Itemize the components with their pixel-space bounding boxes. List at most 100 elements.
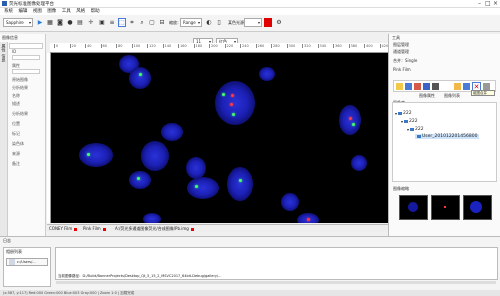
field-attr-input[interactable] [12,69,40,74]
field-result: 分析结果 [12,85,28,90]
print-icon[interactable] [432,83,439,90]
status-bar: (x:587, y:117) Red:000 Green:000 Blue:00… [0,290,500,296]
brightness-icon[interactable]: ◐ [205,18,213,27]
tab-info[interactable]: 信息 [1,54,7,62]
close-icon[interactable] [102,227,106,231]
import-icon[interactable] [414,83,421,90]
app-logo-icon [2,1,7,6]
zoom-select[interactable]: Range [180,18,202,27]
ruler-mark: 140 [162,44,172,48]
play-icon[interactable]: ▶ [36,18,44,27]
image-file-icon [417,135,421,138]
tree-node[interactable]: ▾ 222 [395,111,412,116]
green-signal [139,73,142,76]
menu-tools[interactable]: 工具 [62,8,71,15]
tree-node-label: 222 [409,119,418,124]
log-message: 当前图像路径：D:/Build/BannerProjects/Desktop_Q… [58,274,222,278]
horizontal-scrollbar[interactable] [56,281,496,284]
tab-image-list[interactable]: 图像列表 [444,93,460,99]
folder-icon [398,112,403,115]
select-icon[interactable]: ⬚ [118,18,126,27]
layer-manage-item[interactable]: 图层管理 [393,42,409,48]
chevron-down-icon[interactable]: ▾ [401,119,403,124]
tree-node-label: User_201012201456800 [422,134,478,139]
minimize-icon[interactable]: – [478,0,481,8]
tab-properties[interactable]: 属性 [1,44,7,52]
phone-icon[interactable]: ▯ [215,18,223,27]
green-signal [137,177,140,180]
field-chromosome: 染色体 [12,141,24,146]
image-canvas[interactable] [51,53,388,223]
doc-tab[interactable]: Pink Film [83,226,106,232]
cell-nucleus [161,123,183,141]
thumbnail-merged[interactable] [463,195,492,220]
cell-nucleus [129,171,151,189]
zoom-icon[interactable]: ⌕ [138,18,146,27]
crosshair-icon[interactable]: ✛ [87,18,95,27]
grid-icon[interactable]: ▤ [76,18,84,27]
channel-manage-item[interactable]: 通道管理 [393,49,409,55]
ruler-mark: 280 [271,44,280,48]
close-icon[interactable]: × [493,0,498,8]
thumbs-label: 图像缩略 [393,186,409,191]
close-icon[interactable] [190,227,194,231]
menu-image[interactable]: 图像 [47,8,56,15]
crop-icon[interactable]: ⌗ [128,18,136,27]
ruler-mark: 60 [100,44,107,48]
export-icon[interactable] [423,83,430,90]
tree-node[interactable]: ▾ 222 [407,127,424,132]
film-icon[interactable]: ▦ [46,18,54,27]
mode-select[interactable]: Sapphire [3,18,33,27]
tree-node[interactable]: ▾ 222 [401,119,418,124]
cell-nucleus [79,143,113,167]
merge-item[interactable]: 合并：Single [393,58,417,64]
settings-gear-icon[interactable]: ⚙ [275,18,283,27]
chevron-down-icon[interactable]: ▾ [395,111,397,116]
ruler-mark: 160 [178,44,187,48]
color-swatch[interactable] [264,18,272,27]
folder-icon[interactable] [396,83,403,90]
thumbnail-red[interactable] [431,195,460,220]
menu-help[interactable]: 帮助 [91,8,100,15]
layout-icon[interactable]: ▣ [98,18,106,27]
record-icon[interactable]: ● [66,18,74,27]
ruler-mark: 180 [193,44,203,48]
doc-tab[interactable]: CONEY Film [49,226,78,232]
save-icon[interactable] [405,83,412,90]
field-original: 原始图像 [12,77,28,82]
ruler-mark: 300 [286,44,296,48]
ruler-mark: 220 [224,44,234,48]
split-icon[interactable]: ⊟ [158,18,166,27]
ruler-mark: 0 [54,44,59,48]
doc-tab-label: CONEY Film [49,226,73,231]
camera-icon[interactable]: ◙ [56,18,64,27]
field-id-input[interactable] [12,55,40,60]
channel-label: 某色光源 [228,20,244,25]
refresh-icon[interactable] [483,83,490,90]
menu-view[interactable]: 视图 [33,8,42,15]
album-item[interactable]: c:/Users/... [6,258,48,266]
channel-select[interactable] [244,18,262,27]
menu-style[interactable]: 风格 [76,8,85,15]
doc-tab[interactable]: A:/荧光多通道图像荧光/合成图像/Pb.img [115,226,194,232]
tree-node-label: 222 [415,127,424,132]
pink-film-item[interactable]: Pink Film [393,67,411,72]
close-icon[interactable] [74,227,78,231]
album-list-title: 相册列表 [6,249,22,254]
frame-icon[interactable]: ▢ [148,18,156,27]
tab-image-props[interactable]: 图像属性 [419,93,435,99]
ruler-mark: 260 [255,44,265,48]
merge-icon[interactable] [454,83,461,90]
field-desc: 描述 [12,101,20,106]
maximize-icon[interactable]: □ [485,0,491,8]
cell-nucleus [215,81,255,125]
field-mark: 标记 [12,131,20,136]
menu-system[interactable]: 系统 [4,8,13,15]
list-icon[interactable]: ≡ [108,18,116,27]
tree-node-selected[interactable]: User_201012201456800 [415,134,480,139]
menu-edit[interactable]: 编辑 [18,8,27,15]
split-image-icon[interactable] [463,83,470,90]
thumbnail-blue[interactable] [399,195,428,220]
chevron-down-icon[interactable]: ▾ [407,127,409,132]
cell-nucleus [187,177,219,199]
